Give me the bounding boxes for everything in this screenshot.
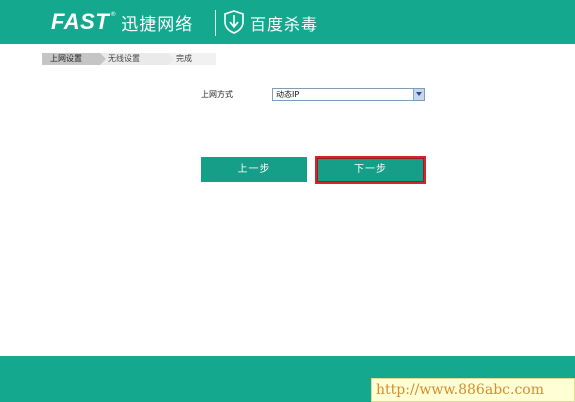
setup-steps: 上网设置 无线设置 完成: [42, 53, 216, 65]
step-finish: 完成: [168, 53, 216, 65]
connection-type-select[interactable]: 动态IP: [272, 88, 425, 101]
watermark-url: http://www.886abc.com: [371, 378, 575, 402]
next-step-button[interactable]: 下一步: [315, 156, 426, 184]
brand-trademark: ®: [110, 10, 117, 18]
chevron-down-icon[interactable]: [413, 89, 424, 100]
previous-step-button[interactable]: 上一步: [201, 157, 307, 182]
step-internet-settings: 上网设置: [42, 53, 106, 65]
shield-icon: [224, 10, 244, 34]
step-wireless-settings: 无线设置: [100, 53, 174, 65]
brand-chinese-name: 迅捷网络: [121, 14, 194, 35]
connection-type-value: 动态IP: [276, 90, 300, 99]
partner-name: 百度杀毒: [250, 15, 319, 34]
header-divider: [215, 10, 216, 36]
brand-logo: FAST ® 迅捷网络: [51, 9, 193, 35]
connection-type-label: 上网方式: [201, 90, 233, 99]
brand-name: FAST: [51, 9, 110, 34]
header-bar: FAST ® 迅捷网络 百度杀毒: [0, 0, 575, 44]
